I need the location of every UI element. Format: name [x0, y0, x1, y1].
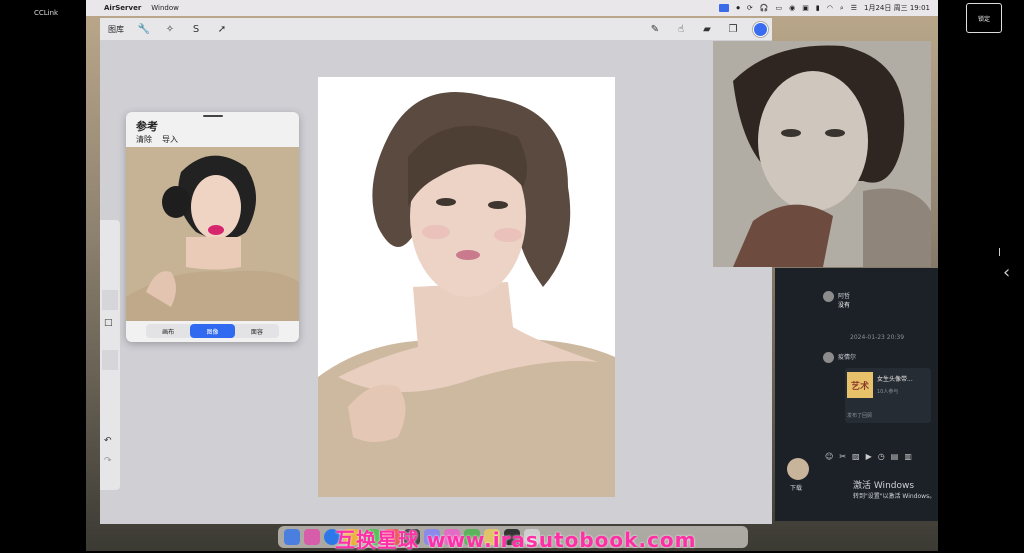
battery-icon[interactable]: ▮ [816, 4, 820, 12]
magic-wand-icon[interactable]: ✧ [164, 23, 176, 35]
opacity-slider[interactable] [102, 350, 118, 370]
chat-message: 疫情尔 [823, 352, 856, 363]
menu-app-name[interactable]: AirServer [104, 4, 141, 12]
record-icon[interactable]: ⏺ [736, 4, 740, 13]
screenshot-icon[interactable]: ▥ [904, 452, 912, 461]
brush-size-slider[interactable] [102, 290, 118, 310]
gallery-button[interactable]: 图库 [108, 24, 124, 35]
file-icon[interactable]: ▤ [891, 452, 899, 461]
menubar-datetime[interactable]: 1月24日 周三 19:01 [864, 3, 930, 13]
panel-grabber[interactable] [203, 115, 223, 117]
headphones-icon[interactable]: 🎧 [760, 4, 769, 12]
chat-toolbar: ☺ ✂ ▨ ▶ ◷ ▤ ▥ [825, 452, 912, 461]
dock-finder-icon[interactable] [284, 529, 300, 545]
chevron-left-icon[interactable]: ‹ [1003, 262, 1010, 283]
eraser-icon[interactable]: ▰ [701, 23, 713, 35]
chat-timestamp: 2024-01-23 20:39 [850, 334, 905, 341]
self-avatar[interactable] [787, 458, 809, 480]
app-title: CCLink [34, 9, 59, 17]
transform-arrow-icon[interactable]: ➚ [216, 23, 228, 35]
card-footer: 发布了回顾 [847, 413, 873, 419]
lock-button[interactable]: 锁定 [966, 3, 1002, 33]
layers-icon[interactable]: ❐ [727, 23, 739, 35]
reference-title: 参考 [136, 120, 158, 133]
card-title: 女生头像带... [877, 376, 913, 383]
undo-icon[interactable]: ↶ [104, 436, 112, 446]
smudge-icon[interactable]: ☝ [675, 23, 687, 35]
reference-mode-tabs: 画布 图像 面容 [146, 324, 279, 338]
chat-message: 阿哲 没有 [823, 291, 850, 309]
portrait-artwork [318, 77, 615, 497]
sync-icon[interactable]: ⟳ [747, 4, 753, 12]
self-label: 下载 [790, 485, 803, 492]
wifi-icon[interactable]: ◠ [827, 4, 833, 12]
screen-mirror-icon[interactable] [719, 4, 730, 12]
import-button[interactable]: 导入 [162, 134, 178, 145]
status-area: ⏺ ⟳ 🎧 ▭ ◉ ▣ ▮ ◠ ⌕ ☰ 1月24日 周三 19:01 [719, 3, 938, 13]
video-icon[interactable]: ▶ [866, 452, 872, 461]
scissors-icon[interactable]: ✂ [839, 452, 846, 461]
dock-launchpad-icon[interactable] [304, 529, 320, 545]
chat-sender: 阿哲 [838, 293, 851, 300]
edge-marker [999, 248, 1000, 256]
overlay-reference-photo [713, 41, 931, 267]
menu-window[interactable]: Window [151, 4, 179, 12]
color-picker-button[interactable] [753, 21, 768, 37]
watermark: 互换星球 www.irasutobook.com [335, 528, 697, 552]
chat-panel: 阿哲 没有 2024-01-23 20:39 疫情尔 艺术 女生头像带... 1… [775, 268, 938, 521]
focus-icon[interactable]: ◉ [789, 4, 795, 12]
sidebar-rail: □ ↶ ↷ [100, 220, 120, 490]
card-subtitle: 10人参与 [877, 389, 899, 395]
search-icon[interactable]: ⌕ [840, 4, 844, 13]
card-thumbnail: 艺术 [847, 372, 873, 398]
tab-image[interactable]: 图像 [190, 324, 235, 338]
redo-icon[interactable]: ↷ [104, 456, 112, 466]
modify-square-icon[interactable]: □ [104, 318, 113, 328]
menubar: AirServer Window ⏺ ⟳ 🎧 ▭ ◉ ▣ ▮ ◠ ⌕ ☰ 1月2… [86, 0, 938, 16]
brush-icon[interactable]: ✎ [649, 23, 661, 35]
avatar[interactable] [823, 291, 834, 302]
shared-card[interactable]: 艺术 女生头像带... 10人参与 发布了回顾 [845, 368, 931, 423]
tab-face[interactable]: 面容 [235, 324, 279, 338]
wrench-icon[interactable]: 🔧 [138, 23, 150, 35]
app-toolbar: 图库 🔧 ✧ S ➚ ✎ ☝ ▰ ❐ [100, 18, 772, 40]
selection-s-icon[interactable]: S [190, 23, 202, 35]
emoji-icon[interactable]: ☺ [825, 452, 833, 461]
activate-windows-title: 激活 Windows [853, 481, 915, 491]
chat-sender: 疫情尔 [838, 354, 857, 361]
avatar[interactable] [823, 352, 834, 363]
activate-windows-subtitle: 转到"设置"以激活 Windows。 [853, 493, 936, 500]
clock-icon[interactable]: ◷ [878, 452, 885, 461]
reference-image [126, 147, 299, 321]
reference-panel: 参考 清除 导入 画布 图像 面容 [126, 112, 299, 342]
control-center-icon[interactable]: ☰ [851, 4, 857, 12]
control-icon[interactable]: ▣ [802, 4, 809, 12]
cast-icon[interactable]: ▭ [775, 4, 782, 12]
chat-text: 没有 [838, 302, 851, 309]
drawing-canvas[interactable] [318, 77, 615, 497]
clear-button[interactable]: 清除 [136, 134, 152, 145]
drawing-app: 图库 🔧 ✧ S ➚ ✎ ☝ ▰ ❐ □ ↶ ↷ 参考 清除 导入 画布 图像 … [100, 18, 772, 524]
tab-canvas[interactable]: 画布 [146, 324, 190, 338]
image-icon[interactable]: ▨ [852, 452, 860, 461]
